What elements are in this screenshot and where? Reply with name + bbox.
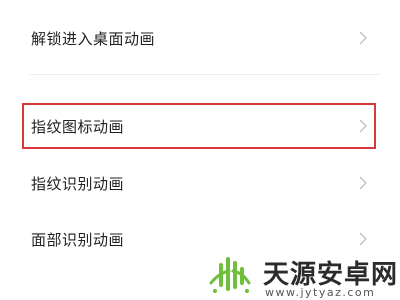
menu-item-fingerprint-recognition-animation[interactable]: 指纹识别动画 — [0, 155, 400, 211]
highlight-box — [22, 103, 376, 149]
menu-item-label: 解锁进入桌面动画 — [31, 29, 156, 48]
watermark-url: www.jytyaz.com — [265, 286, 376, 299]
watermark: 天源安卓网 www.jytyaz.com — [205, 250, 400, 300]
section-divider — [30, 74, 380, 75]
menu-item-label: 面部识别动画 — [31, 230, 125, 249]
menu-item-label: 指纹识别动画 — [31, 174, 125, 193]
android-logo-icon — [209, 257, 251, 293]
chevron-right-icon — [359, 232, 367, 246]
chevron-right-icon — [359, 176, 367, 190]
settings-screen: 解锁进入桌面动画 指纹图标动画 指纹识别动画 面部识别动画 天源安卓网 www.… — [0, 0, 400, 300]
chevron-right-icon — [359, 31, 367, 45]
menu-item-unlock-desktop-animation[interactable]: 解锁进入桌面动画 — [0, 10, 400, 66]
